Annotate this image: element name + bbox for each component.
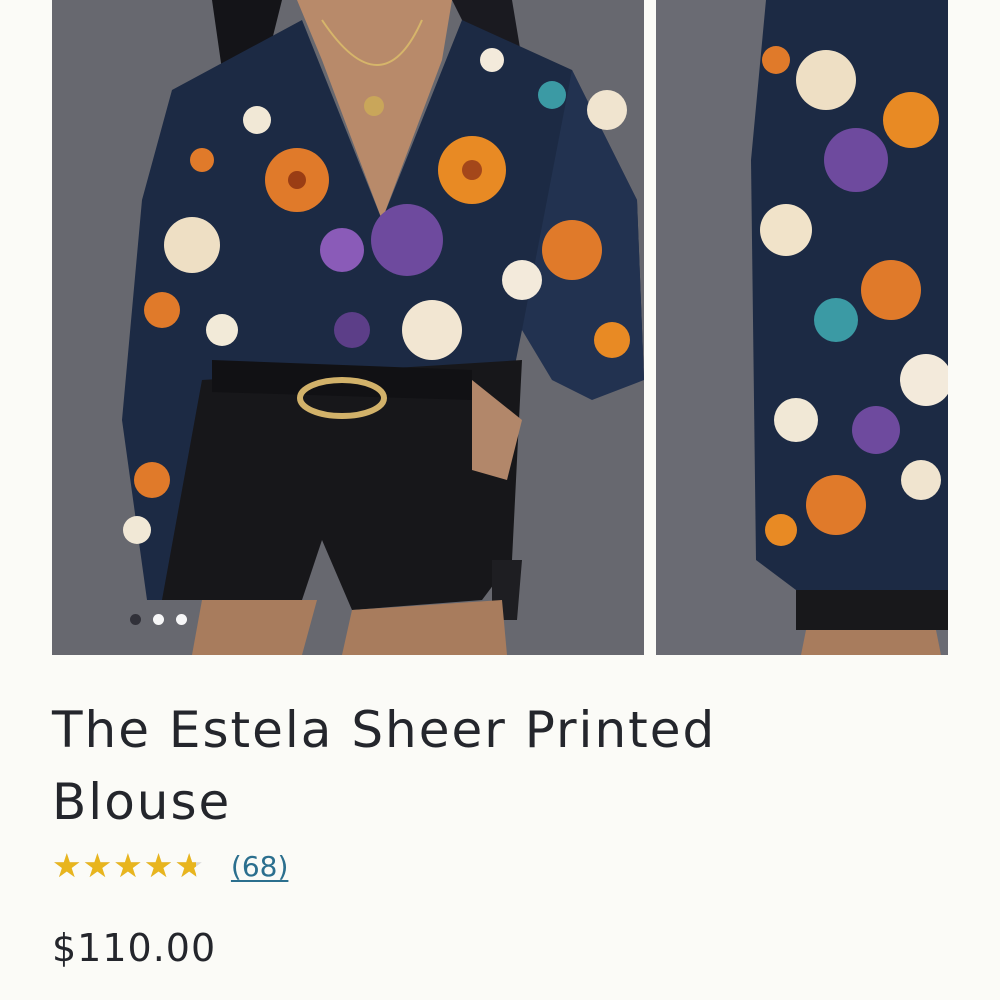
product-title: The Estela Sheer Printed Blouse [52,701,717,831]
product-rating: ★★★★★ ★★★★★ (68) [52,846,288,886]
product-image-back[interactable] [656,0,948,655]
carousel-dot-1[interactable] [130,613,141,625]
star-icons-filled: ★★★★★ [52,846,196,885]
product-image-front[interactable] [52,0,644,655]
star-rating: ★★★★★ ★★★★★ [52,846,205,886]
carousel-dot-3[interactable] [176,613,187,625]
model-wearing-blouse-front [52,0,644,655]
carousel-dot-2[interactable] [153,613,164,625]
model-wearing-blouse-back [656,0,948,655]
product-image-carousel[interactable] [0,0,1000,655]
carousel-indicator [130,612,187,626]
product-price: $110.00 [52,926,217,970]
reviews-count-link[interactable]: (68) [231,850,288,883]
